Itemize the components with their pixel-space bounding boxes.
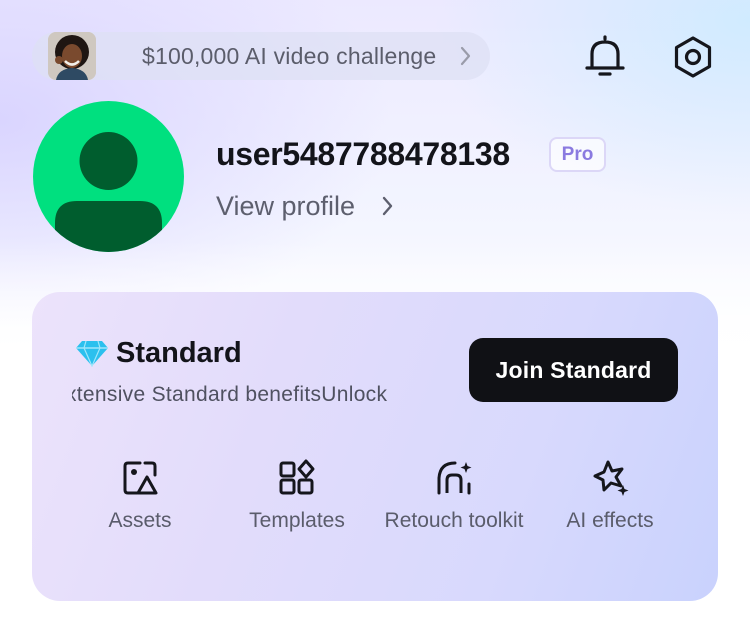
plan-benefits-marquee: xtensive Standard benefitsUnlock (72, 380, 438, 410)
chevron-right-icon (382, 196, 393, 216)
templates-grid-icon (279, 459, 315, 495)
gear-hexagon-icon (674, 36, 712, 78)
join-standard-button[interactable]: Join Standard (469, 338, 678, 402)
challenge-banner[interactable]: $100,000 AI video challenge (32, 32, 490, 80)
avatar[interactable] (33, 101, 184, 252)
ai-effects-sparkle-icon (593, 460, 629, 496)
pro-badge: Pro (549, 137, 606, 172)
membership-card: Standard xtensive Standard benefitsUnloc… (32, 292, 718, 601)
settings-button[interactable] (671, 35, 715, 79)
challenge-portrait-thumbnail (48, 32, 96, 80)
tool-label: AI effects (566, 509, 654, 532)
assets-image-icon (123, 461, 158, 495)
default-user-avatar (55, 132, 162, 252)
tool-label: Templates (249, 509, 345, 532)
tool-label: Assets (108, 509, 172, 532)
retouch-face-icon (437, 461, 472, 495)
notifications-button[interactable] (583, 34, 627, 80)
username: user5487788478138 (216, 136, 510, 172)
chevron-right-icon (460, 46, 471, 66)
tool-label: Retouch toolkit (384, 509, 524, 532)
plan-title: Standard (116, 337, 242, 369)
view-profile-link[interactable]: View profile (216, 190, 355, 222)
challenge-label: $100,000 AI video challenge (142, 43, 437, 69)
plan-benefits-text: xtensive Standard benefitsUnlock (72, 383, 388, 406)
bell-icon (585, 35, 625, 76)
diamond-icon (76, 340, 108, 367)
